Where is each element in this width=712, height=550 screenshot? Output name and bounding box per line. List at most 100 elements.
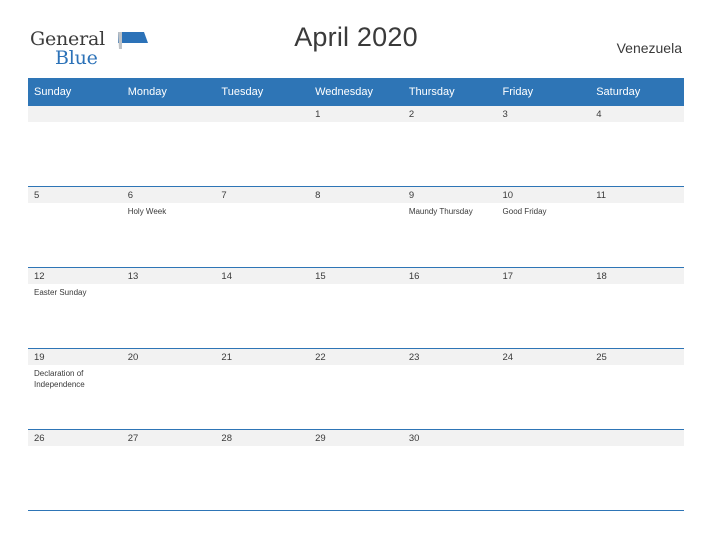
day-number: 30: [402, 430, 497, 446]
day-event: [403, 122, 497, 126]
weekday-header-tuesday: Tuesday: [215, 78, 310, 106]
day-cell[interactable]: 19 Declaration of Independence: [28, 349, 122, 430]
day-cell[interactable]: 21: [215, 349, 310, 430]
day-cell[interactable]: 23: [402, 349, 497, 430]
day-event: [590, 284, 684, 288]
day-cell[interactable]: 16: [402, 268, 497, 349]
day-number: 23: [402, 349, 497, 365]
day-cell[interactable]: 15: [309, 268, 403, 349]
day-cell[interactable]: 11: [590, 187, 684, 268]
day-event: [497, 446, 591, 450]
day-cell[interactable]: 6 Holy Week: [121, 187, 216, 268]
day-event: Easter Sunday: [34, 288, 87, 297]
day-cell[interactable]: 7: [215, 187, 310, 268]
day-number: 9: [402, 187, 497, 203]
day-event: [403, 365, 497, 369]
day-number: 4: [590, 106, 684, 122]
day-cell[interactable]: 10 Good Friday: [496, 187, 591, 268]
day-number: [496, 430, 591, 446]
weekday-header-wednesday: Wednesday: [309, 78, 403, 106]
day-cell[interactable]: 14: [215, 268, 310, 349]
day-cell[interactable]: 4: [590, 106, 684, 187]
day-cell[interactable]: 24: [496, 349, 591, 430]
day-cell[interactable]: 8: [309, 187, 403, 268]
page-title: April 2020: [294, 22, 418, 52]
day-cell[interactable]: [28, 106, 122, 187]
day-number: [121, 106, 216, 122]
day-event: [590, 446, 684, 450]
day-number: 6: [121, 187, 216, 203]
day-cell[interactable]: 3: [496, 106, 591, 187]
day-event: [122, 446, 216, 450]
day-number: 13: [121, 268, 216, 284]
calendar-body: 1 2 3 4 5 6 Holy Week 7 8 9 Maundy Thursda…: [28, 106, 684, 511]
day-cell[interactable]: 30: [402, 430, 497, 511]
day-event: Good Friday: [502, 207, 547, 216]
day-event: [590, 365, 684, 369]
day-event: [590, 203, 684, 207]
day-number: [215, 106, 310, 122]
day-cell[interactable]: 25: [590, 349, 684, 430]
day-event: [122, 122, 216, 126]
day-number: 29: [309, 430, 403, 446]
day-number: 14: [215, 268, 310, 284]
table-row: 1 2 3 4: [28, 106, 684, 187]
weekday-header-thursday: Thursday: [402, 78, 497, 106]
day-event: [122, 284, 216, 288]
day-number: 8: [309, 187, 403, 203]
day-cell[interactable]: 2: [402, 106, 497, 187]
day-number: 15: [309, 268, 403, 284]
day-cell[interactable]: [496, 430, 591, 511]
day-event: [215, 365, 309, 369]
day-event: [497, 365, 591, 369]
day-cell[interactable]: 28: [215, 430, 310, 511]
day-number: 5: [28, 187, 122, 203]
weekday-header-sunday: Sunday: [28, 78, 122, 106]
day-number: 17: [496, 268, 591, 284]
day-number: [590, 430, 684, 446]
table-row: 5 6 Holy Week 7 8 9 Maundy Thursday 10 Good…: [28, 187, 684, 268]
day-cell[interactable]: 13: [121, 268, 216, 349]
calendar-page: General Blue April 2020 Venezuela Sunday…: [0, 0, 712, 550]
day-number: 21: [215, 349, 310, 365]
day-number: 27: [121, 430, 216, 446]
day-event: Declaration of Independence: [34, 369, 85, 389]
day-event: Maundy Thursday: [408, 207, 473, 216]
day-cell[interactable]: 18: [590, 268, 684, 349]
day-cell[interactable]: [215, 106, 310, 187]
day-cell[interactable]: 22: [309, 349, 403, 430]
day-event: [122, 365, 216, 369]
weekday-header-saturday: Saturday: [590, 78, 684, 106]
day-cell[interactable]: 12 Easter Sunday: [28, 268, 122, 349]
day-cell[interactable]: 5: [28, 187, 122, 268]
day-number: 18: [590, 268, 684, 284]
day-event: [309, 365, 403, 369]
day-cell[interactable]: 17: [496, 268, 591, 349]
table-row: 19 Declaration of Independence 20 21 22 2…: [28, 349, 684, 430]
day-cell[interactable]: [590, 430, 684, 511]
day-event: [497, 122, 591, 126]
weekday-header-friday: Friday: [496, 78, 591, 106]
day-cell[interactable]: 26: [28, 430, 122, 511]
day-event: [403, 446, 497, 450]
day-event: [309, 203, 403, 207]
day-cell[interactable]: [121, 106, 216, 187]
day-number: 3: [496, 106, 591, 122]
day-number: 16: [402, 268, 497, 284]
day-cell[interactable]: 27: [121, 430, 216, 511]
day-number: 10: [496, 187, 591, 203]
day-number: 1: [309, 106, 403, 122]
day-number: 28: [215, 430, 310, 446]
day-event: [215, 203, 309, 207]
day-event: [215, 284, 309, 288]
day-event: [309, 284, 403, 288]
day-event: [215, 122, 309, 126]
day-event: [215, 446, 309, 450]
day-number: [28, 106, 122, 122]
day-cell[interactable]: 20: [121, 349, 216, 430]
day-cell[interactable]: 9 Maundy Thursday: [402, 187, 497, 268]
day-number: 24: [496, 349, 591, 365]
day-cell[interactable]: 1: [309, 106, 403, 187]
calendar-header-row: Sunday Monday Tuesday Wednesday Thursday…: [28, 78, 684, 106]
day-cell[interactable]: 29: [309, 430, 403, 511]
